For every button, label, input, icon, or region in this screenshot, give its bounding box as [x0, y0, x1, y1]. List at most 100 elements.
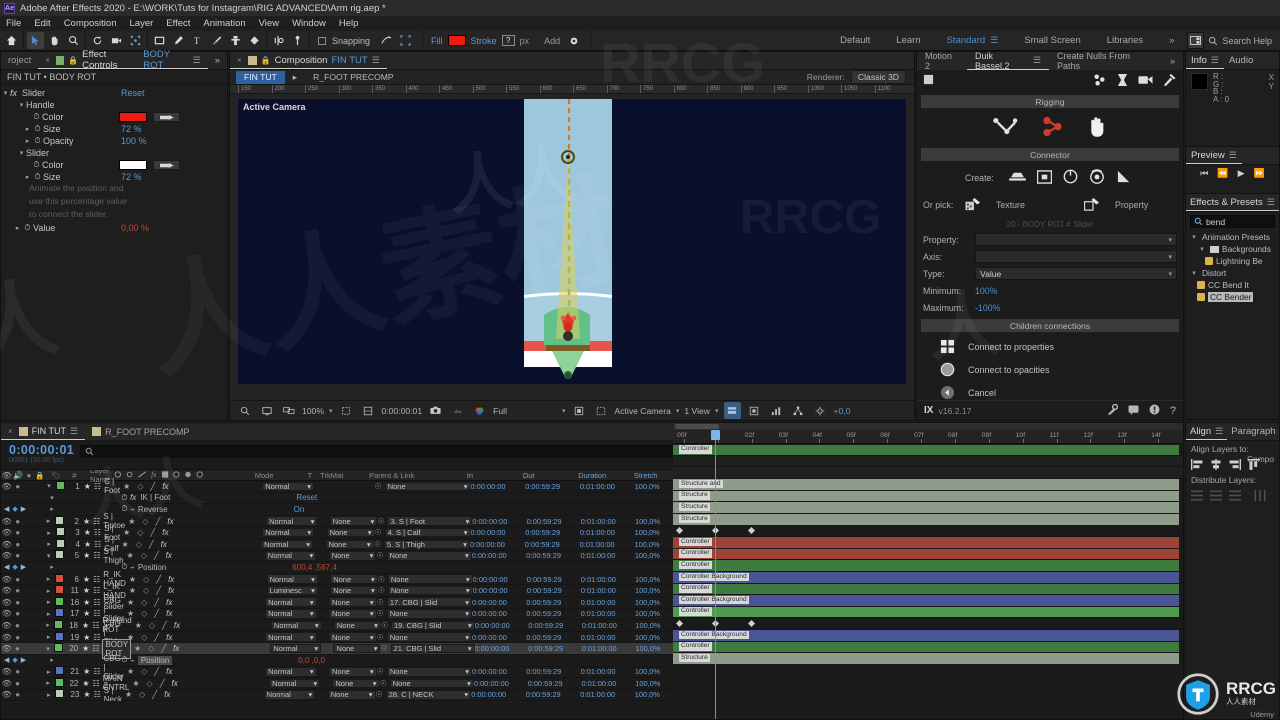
layer-out-cell[interactable]: 0:00:59:29: [526, 609, 580, 618]
layer-visibility-icon[interactable]: 👁: [1, 528, 13, 537]
stopwatch-icon[interactable]: ⏱: [31, 112, 42, 122]
pickwhip-icon[interactable]: ☉: [374, 540, 381, 549]
layer-duration-bar[interactable]: [673, 630, 1179, 641]
layer-visibility-icon[interactable]: 👁: [1, 482, 13, 491]
panel-menu-icon[interactable]: ☰: [1211, 55, 1219, 66]
shy-icon[interactable]: ★: [132, 679, 139, 688]
layer-in-cell[interactable]: 0:00:00:00: [472, 598, 526, 607]
layer-parent-cell[interactable]: ☉ 3. S | Foot ▾: [377, 516, 473, 526]
effects-icon[interactable]: fx: [167, 517, 173, 526]
collapse-icon[interactable]: ◇: [141, 598, 147, 607]
group-handle[interactable]: ▾ Handle: [1, 99, 227, 111]
quality-icon[interactable]: ╱: [154, 551, 159, 560]
layer-label-color[interactable]: [53, 666, 65, 677]
layer-expand-icon[interactable]: ▸: [44, 633, 54, 641]
menu-item-composition[interactable]: Composition: [64, 18, 117, 29]
quality-icon[interactable]: ╱: [154, 598, 159, 607]
quality-icon[interactable]: ╱: [156, 517, 161, 526]
prop-slider-color[interactable]: ⏱ Color: [1, 159, 227, 171]
layer-visibility-icon[interactable]: 👁: [1, 586, 12, 595]
align-left-icon[interactable]: [1191, 459, 1203, 470]
layer-trkmat-cell[interactable]: None ▾: [332, 678, 380, 689]
layer-duration-cell[interactable]: 0:01:00:00: [580, 482, 635, 491]
effects-preset-item[interactable]: CC Bend It: [1186, 279, 1279, 291]
layer-parent-cell[interactable]: ☉ 19. CBG | Slid ▾: [381, 620, 475, 631]
layer-duration-bar[interactable]: [673, 583, 1179, 595]
breadcrumb-fin-tut[interactable]: FIN TUT: [236, 70, 285, 84]
shape-tool-icon[interactable]: [151, 32, 168, 49]
quality-icon[interactable]: ╱: [150, 482, 155, 491]
chevron-down-icon[interactable]: ▾: [1197, 245, 1207, 253]
fill-color-swatch[interactable]: [447, 35, 466, 46]
chevron-down-icon[interactable]: ▾: [1, 89, 10, 97]
timeline-layer-bar-row[interactable]: Structure: [673, 490, 1183, 502]
layer-duration-cell[interactable]: 0:01:00:00: [581, 598, 635, 607]
timeline-layer-row[interactable]: 👁 ● ▸ 23 ★ ☷ S | Neck ★ ◇ ╱ fx Normal ▾ None ▾ ☉ 28. C |…: [1, 686, 673, 702]
handle-color-swatch[interactable]: [119, 112, 147, 122]
layer-parent-cell[interactable]: ☉ 5. S | Thigh ▾: [374, 539, 470, 550]
current-time-indicator[interactable]: [715, 430, 716, 719]
collapse-icon[interactable]: ◇: [141, 551, 147, 560]
layer-visibility-icon[interactable]: 👁: [1, 667, 12, 676]
pick-property-label[interactable]: Property: [1115, 200, 1148, 210]
timeline-property-bar-row[interactable]: [673, 525, 1183, 537]
effects-icon[interactable]: fx: [166, 598, 172, 607]
panel-menu-icon[interactable]: ☰: [1229, 150, 1237, 161]
layer-parent-cell[interactable]: ☉ None ▾: [378, 574, 473, 584]
layer-duration-bar[interactable]: [673, 479, 1179, 490]
effects-icon[interactable]: fx: [166, 609, 172, 618]
layer-audio-icon[interactable]: ●: [12, 609, 22, 618]
layer-label-color[interactable]: [53, 515, 65, 527]
axis-select[interactable]: ▾: [975, 250, 1177, 263]
layer-trkmat-cell[interactable]: None ▾: [329, 632, 377, 642]
effects-icon[interactable]: fx: [168, 586, 174, 595]
layer-duration-bar[interactable]: [673, 537, 1179, 548]
timeline-layer-bar-row[interactable]: Controller: [673, 537, 1183, 549]
layer-out-cell[interactable]: 0:00:59:29: [525, 540, 580, 549]
first-frame-icon[interactable]: ⏮: [1200, 168, 1208, 179]
layer-switches[interactable]: ★ ◇ ╱ fx: [124, 609, 265, 618]
chevron-down-icon[interactable]: ▾: [715, 407, 719, 415]
menu-item-window[interactable]: Window: [292, 18, 326, 29]
layer-duration-bar[interactable]: [673, 653, 1179, 664]
layer-stretch-cell[interactable]: 100,0%: [635, 528, 673, 537]
tab-align[interactable]: Align ☰: [1186, 423, 1228, 440]
layer-mode-cell[interactable]: Normal ▾: [264, 551, 317, 561]
mask-feather-icon[interactable]: [378, 32, 395, 49]
layer-visibility-icon[interactable]: 👁: [1, 690, 12, 699]
layer-mode-cell[interactable]: Normal ▾: [265, 597, 317, 607]
layer-audio-icon[interactable]: ●: [12, 679, 22, 688]
pickwhip-icon[interactable]: ☉: [380, 644, 387, 653]
t-column-label[interactable]: T: [308, 471, 321, 480]
help-icon[interactable]: ?: [1170, 405, 1176, 417]
layer-stretch-cell[interactable]: 100,0%: [635, 540, 673, 549]
chevron-down-icon[interactable]: ▾: [1189, 233, 1199, 241]
layer-out-cell[interactable]: 0:00:59:29: [527, 517, 581, 526]
shy-icon[interactable]: ★: [123, 482, 130, 491]
layer-out-cell[interactable]: 0:00:59:29: [526, 690, 581, 699]
layer-out-cell[interactable]: 0:00:59:29: [528, 621, 582, 630]
view-layout-value[interactable]: Active Camera: [615, 406, 671, 416]
parent-link-column-label[interactable]: Parent & Link: [369, 471, 467, 480]
collapse-icon[interactable]: ◇: [143, 575, 149, 584]
layer-in-cell[interactable]: 0:00:00:00: [475, 644, 529, 653]
timeline-layer-bar-row[interactable]: Structure: [673, 502, 1183, 514]
distribute-vertical-center-icon[interactable]: [1210, 490, 1222, 501]
panel-menu-icon[interactable]: ☰: [70, 426, 78, 437]
close-icon[interactable]: ×: [8, 427, 13, 436]
property-value[interactable]: 600,4 ,567,4: [292, 563, 336, 572]
panel-menu-icon[interactable]: ☰: [193, 55, 201, 66]
exposure-icon[interactable]: [812, 402, 829, 419]
timeline-property-bar-row[interactable]: [673, 617, 1183, 630]
selection-tool-icon[interactable]: [27, 32, 44, 49]
shy-icon[interactable]: ★: [135, 621, 142, 630]
layer-stretch-cell[interactable]: 100,0%: [635, 609, 673, 618]
out-column-label[interactable]: Out: [523, 471, 579, 480]
brush-tool-icon[interactable]: [208, 32, 225, 49]
layer-out-cell[interactable]: 0:00:59:29: [526, 667, 580, 676]
close-icon[interactable]: ×: [237, 56, 242, 65]
in-column-label[interactable]: In: [467, 471, 523, 480]
add-label[interactable]: Add: [544, 36, 560, 46]
timeline-layer-bar-row[interactable]: Controller Background: [673, 630, 1183, 642]
timeline-nav-bar[interactable]: [673, 423, 1183, 430]
